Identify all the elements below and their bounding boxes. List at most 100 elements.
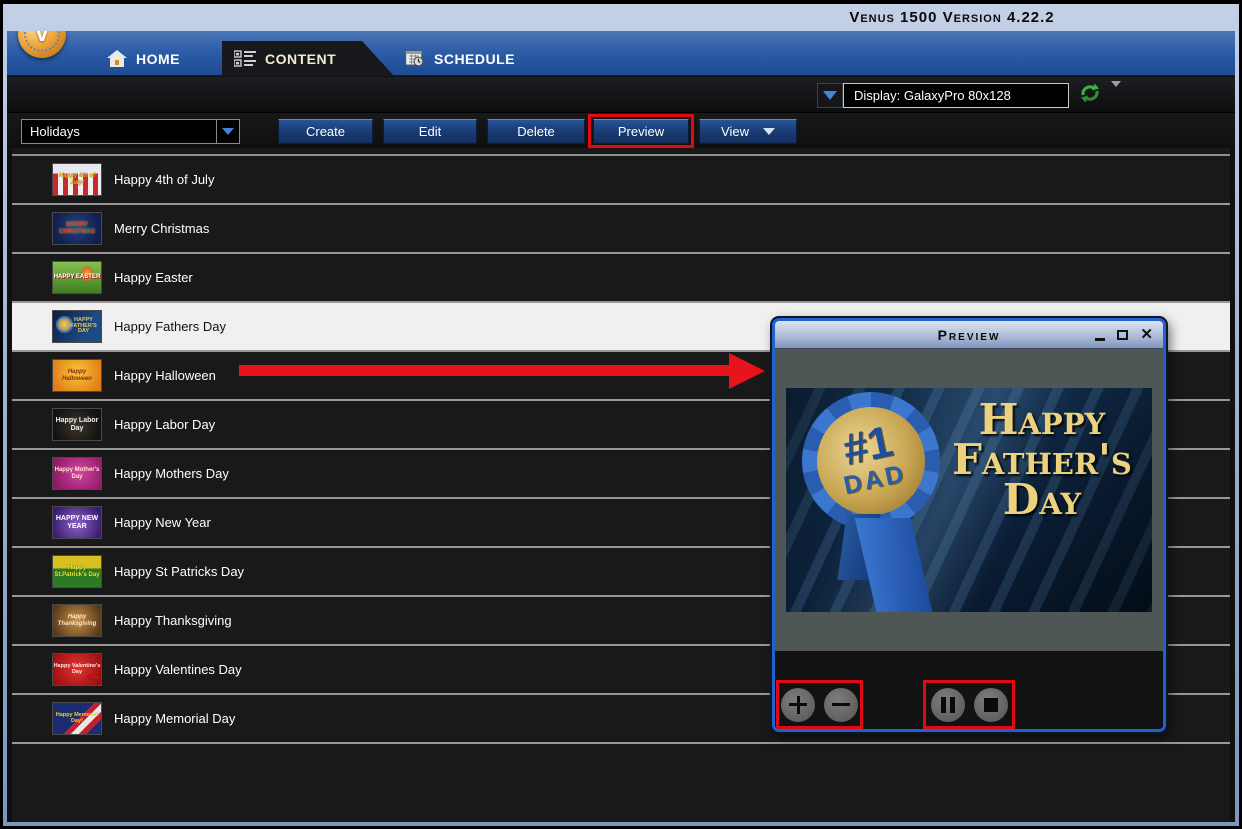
preview-window: Preview ✕ #1 DAD bbox=[772, 318, 1166, 732]
holiday-thumbnail: HAPPY EASTER bbox=[52, 261, 102, 294]
plus-icon bbox=[789, 696, 807, 714]
tab-schedule-label: SCHEDULE bbox=[434, 51, 515, 67]
holiday-thumbnail-text: Happy Thanksgiving bbox=[53, 614, 101, 627]
holiday-thumbnail: Happy Thanksgiving bbox=[52, 604, 102, 637]
list-item-label: Happy Memorial Day bbox=[114, 711, 235, 726]
view-button-label: View bbox=[721, 124, 749, 139]
view-button[interactable]: View bbox=[699, 119, 797, 144]
tab-home-label: HOME bbox=[136, 51, 180, 67]
holiday-thumbnail-text: Happy Mother's Day bbox=[53, 467, 101, 480]
holiday-thumbnail-text: MERRY CHRISTMAS bbox=[53, 222, 101, 235]
holiday-thumbnail: MERRY CHRISTMAS bbox=[52, 212, 102, 245]
tab-schedule[interactable]: SCHEDULE bbox=[405, 41, 515, 76]
schedule-calendar-icon bbox=[405, 50, 425, 67]
close-icon[interactable]: ✕ bbox=[1140, 327, 1153, 342]
tab-content-label: CONTENT bbox=[265, 51, 336, 67]
blue-triangle-down-icon bbox=[222, 128, 234, 135]
refresh-options-dropdown[interactable] bbox=[1101, 87, 1121, 105]
venus1500-application-window: Venus 1500 Version 4.22.2 V HOME bbox=[0, 0, 1242, 829]
list-item[interactable]: HAPPY EASTER Happy Easter bbox=[12, 254, 1230, 303]
content-toolbar: Holidays Create Edit Delete Preview View bbox=[7, 112, 1235, 148]
list-item[interactable]: Happy 4th of July! Happy 4th of July bbox=[12, 156, 1230, 205]
list-item-label: Happy New Year bbox=[114, 515, 211, 530]
preview-caption: Happy Father's Day bbox=[936, 400, 1148, 520]
holiday-thumbnail: Happy Labor Day bbox=[52, 408, 102, 441]
tab-home[interactable]: HOME bbox=[107, 41, 180, 76]
pause-button[interactable] bbox=[931, 688, 965, 722]
caption-line-2: Father's bbox=[936, 440, 1148, 480]
zoom-in-button[interactable] bbox=[781, 688, 815, 722]
window-title: Venus 1500 Version 4.22.2 bbox=[772, 9, 1132, 26]
list-item-label: Merry Christmas bbox=[114, 221, 209, 236]
edit-button[interactable]: Edit bbox=[383, 119, 477, 144]
holiday-thumbnail-text: Happy Memorial Day! bbox=[53, 713, 101, 725]
holiday-thumbnail-text: HAPPY FATHER'S DAY bbox=[53, 318, 101, 335]
list-item-label: Happy Labor Day bbox=[114, 417, 215, 432]
preview-body: #1 DAD Happy Father's Day bbox=[775, 349, 1163, 651]
list-item-label: Happy Mothers Day bbox=[114, 466, 229, 481]
highlight-box-zoom-controls bbox=[776, 680, 863, 729]
maximize-icon[interactable] bbox=[1117, 330, 1128, 340]
preview-image: #1 DAD Happy Father's Day bbox=[786, 388, 1152, 612]
preview-title: Preview bbox=[938, 327, 1001, 343]
preview-controls-bar bbox=[775, 651, 1163, 729]
app-header: V HOME bbox=[7, 31, 1235, 76]
category-select[interactable]: Holidays bbox=[21, 119, 240, 144]
blue-triangle-down-icon bbox=[823, 91, 837, 100]
minus-icon bbox=[832, 703, 850, 706]
annotation-arrow-head bbox=[729, 353, 765, 389]
list-item-label: Happy Valentines Day bbox=[114, 662, 242, 677]
create-button[interactable]: Create bbox=[278, 119, 373, 144]
holiday-thumbnail-text: Happy Valentine's Day bbox=[53, 664, 101, 676]
venus-logo-letter: V bbox=[34, 31, 50, 48]
category-select-value: Holidays bbox=[22, 120, 216, 143]
stop-button[interactable] bbox=[974, 688, 1008, 722]
zoom-out-button[interactable] bbox=[824, 688, 858, 722]
window-frame: Venus 1500 Version 4.22.2 V HOME bbox=[3, 4, 1239, 826]
delete-button[interactable]: Delete bbox=[487, 119, 585, 144]
holiday-thumbnail: HAPPY NEW YEAR bbox=[52, 506, 102, 539]
os-titlebar: Venus 1500 Version 4.22.2 bbox=[7, 4, 1235, 31]
holiday-thumbnail-text: Happy Labor Day bbox=[53, 417, 101, 432]
holiday-thumbnail: Happy Halloween bbox=[52, 359, 102, 392]
highlight-box-preview-button: Preview bbox=[588, 114, 694, 148]
stop-icon bbox=[984, 698, 998, 712]
refresh-button[interactable] bbox=[1079, 85, 1101, 107]
gray-caret-down-icon bbox=[1111, 81, 1121, 104]
holiday-thumbnail: Happy Valentine's Day bbox=[52, 653, 102, 686]
holiday-thumbnail: Happy Mother's Day bbox=[52, 457, 102, 490]
tab-content[interactable]: CONTENT bbox=[222, 41, 394, 76]
display-bar: Display: GalaxyPro 80x128 bbox=[7, 77, 1235, 112]
category-select-arrow[interactable] bbox=[216, 120, 239, 143]
display-selector-group: Display: GalaxyPro 80x128 bbox=[817, 83, 1121, 108]
preview-button[interactable]: Preview bbox=[593, 119, 689, 144]
holiday-thumbnail: HAPPY FATHER'S DAY bbox=[52, 310, 102, 343]
refresh-icon bbox=[1079, 83, 1101, 108]
annotation-arrow-shaft bbox=[239, 365, 731, 376]
holiday-thumbnail: Happy 4th of July! bbox=[52, 163, 102, 196]
venus-logo: V bbox=[18, 31, 66, 58]
holiday-thumbnail: Happy St.Patrick's Day bbox=[52, 555, 102, 588]
preview-window-buttons: ✕ bbox=[1095, 321, 1153, 348]
preview-titlebar[interactable]: Preview ✕ bbox=[775, 321, 1163, 349]
holiday-thumbnail-text: HAPPY EASTER bbox=[54, 274, 101, 280]
list-item-label: Happy Halloween bbox=[114, 368, 216, 383]
home-icon bbox=[107, 50, 127, 67]
list-item[interactable]: MERRY CHRISTMAS Merry Christmas bbox=[12, 205, 1230, 254]
list-item-label: Happy Fathers Day bbox=[114, 319, 226, 334]
holiday-thumbnail-text: HAPPY NEW YEAR bbox=[53, 515, 101, 530]
holiday-thumbnail-text: Happy Halloween bbox=[53, 369, 101, 382]
award-ribbon-graphic: #1 DAD bbox=[802, 392, 940, 530]
list-item-label: Happy St Patricks Day bbox=[114, 564, 244, 579]
content-list-icon bbox=[234, 50, 256, 67]
list-item-label: Happy Easter bbox=[114, 270, 193, 285]
caption-line-1: Happy bbox=[936, 400, 1148, 440]
holiday-thumbnail-text: Happy St.Patrick's Day bbox=[53, 565, 101, 578]
ribbon-tail-right bbox=[855, 518, 934, 612]
display-dropdown-button[interactable] bbox=[817, 83, 843, 108]
app-area: V HOME bbox=[7, 31, 1235, 822]
display-selector-field[interactable]: Display: GalaxyPro 80x128 bbox=[843, 83, 1069, 108]
holiday-thumbnail: Happy Memorial Day! bbox=[52, 702, 102, 735]
minimize-icon[interactable] bbox=[1095, 338, 1105, 341]
caption-line-3: Day bbox=[936, 480, 1148, 520]
